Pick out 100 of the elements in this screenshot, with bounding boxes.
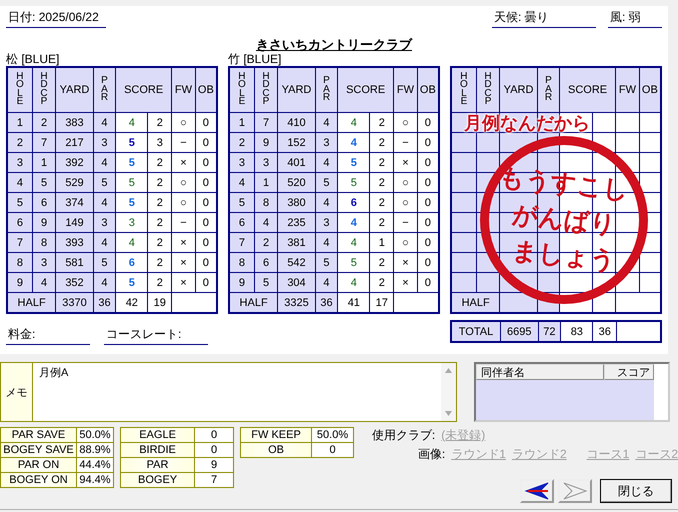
table-cell: 0 xyxy=(417,192,439,212)
table-cell: 0 xyxy=(195,172,217,192)
table-cell: 5 xyxy=(116,152,148,172)
table-cell: 2 xyxy=(370,252,394,272)
table-cell: 5 xyxy=(7,192,32,212)
table-cell: 3 xyxy=(116,212,148,232)
table-cell: 72 xyxy=(538,321,561,342)
column-header: FW xyxy=(172,67,196,112)
table-cell: ○ xyxy=(172,172,196,192)
table-cell: 1 xyxy=(7,112,32,132)
column-header: OB xyxy=(417,67,439,112)
table-cell: 0 xyxy=(417,152,439,172)
table-cell: 4 xyxy=(315,232,338,252)
table-cell: 4 xyxy=(93,192,116,212)
column-header: 同伴者名 xyxy=(476,364,604,380)
table-cell: 2 xyxy=(370,212,394,232)
column-header: PAR xyxy=(93,67,116,112)
date-text: 日付: 2025/06/22 xyxy=(6,9,106,28)
table-cell: 8 xyxy=(254,192,278,212)
table-cell: 5 xyxy=(32,172,56,192)
table-cell: 3325 xyxy=(278,292,316,313)
table-cell: 0 xyxy=(417,272,439,292)
wind-text: 風: 弱 xyxy=(608,9,662,28)
table-cell: 2 xyxy=(148,272,172,292)
course-name: 竹 [BLUE] xyxy=(228,52,282,66)
stat-value: 94.4% xyxy=(76,472,114,488)
table-cell: 36 xyxy=(93,292,116,313)
table-cell: 529 xyxy=(56,172,94,192)
table-cell: 2 xyxy=(370,152,394,172)
table-cell: 0 xyxy=(195,152,217,172)
table-cell: TOTAL xyxy=(451,321,500,342)
column-header: SCORE xyxy=(560,67,616,112)
table-cell: 5 xyxy=(93,172,116,192)
table-cell: 5 xyxy=(338,252,370,272)
column-header: HOLE xyxy=(7,67,32,112)
table-cell: 9 xyxy=(32,212,56,232)
table-cell: 1 xyxy=(254,172,278,192)
stat-label: BIRDIE xyxy=(120,442,195,458)
table-cell: 9 xyxy=(229,272,254,292)
table-cell: × xyxy=(172,152,196,172)
stat-value: 0 xyxy=(312,442,354,458)
scrollbar[interactable] xyxy=(441,363,456,421)
table-cell: 5 xyxy=(229,192,254,212)
table-cell: 7 xyxy=(229,232,254,252)
close-button[interactable]: 閉じる xyxy=(600,479,672,503)
table-cell: 2 xyxy=(7,132,32,152)
table-cell: 217 xyxy=(56,132,94,152)
table-cell: 4 xyxy=(338,232,370,252)
table-cell: 4 xyxy=(254,212,278,232)
table-cell: 8 xyxy=(229,252,254,272)
table-cell: 6 xyxy=(7,212,32,232)
column-header: FW xyxy=(394,67,418,112)
table-cell: 383 xyxy=(56,112,94,132)
memo-field[interactable]: メモ 月例A xyxy=(0,362,457,422)
column-header: YARD xyxy=(500,67,538,112)
stat-label: BOGEY ON xyxy=(0,472,76,488)
table-cell: 2 xyxy=(229,132,254,152)
table-cell: 3370 xyxy=(56,292,94,313)
table-cell: 2 xyxy=(148,252,172,272)
column-header: PAR xyxy=(315,67,338,112)
table-cell: 0 xyxy=(417,132,439,152)
table-cell: ○ xyxy=(394,192,418,212)
companion-list[interactable]: 同伴者名 スコア xyxy=(474,362,670,422)
table-cell: 4 xyxy=(338,112,370,132)
table-cell: − xyxy=(172,212,196,232)
table-cell: 4 xyxy=(93,272,116,292)
table-cell: 17 xyxy=(370,292,394,313)
table-cell: 0 xyxy=(195,252,217,272)
table-cell: 4 xyxy=(338,132,370,152)
table-cell: 5 xyxy=(116,272,148,292)
table-cell: 42 xyxy=(116,292,148,313)
table-cell: 0 xyxy=(417,252,439,272)
table-cell: 2 xyxy=(148,232,172,252)
table-cell: 3 xyxy=(93,212,116,232)
table-cell: 5 xyxy=(93,252,116,272)
image-label: 画像: xyxy=(418,446,446,463)
table-cell: 0 xyxy=(195,192,217,212)
table-cell: 41 xyxy=(338,292,370,313)
stat-value: 7 xyxy=(194,472,234,488)
table-cell: 4 xyxy=(315,112,338,132)
stat-label: PAR ON xyxy=(0,458,76,472)
column-header: HOLE xyxy=(229,67,254,112)
table-cell: 0 xyxy=(417,212,439,232)
column-header: HDCP xyxy=(476,67,500,112)
table-cell: 2 xyxy=(370,272,394,292)
table-cell: × xyxy=(394,252,418,272)
course-name: 松 [BLUE] xyxy=(6,52,60,66)
table-cell: 4 xyxy=(93,232,116,252)
table-cell: 5 xyxy=(315,252,338,272)
table-cell: 19 xyxy=(148,292,172,313)
column-header: HOLE xyxy=(451,67,476,112)
table-cell: 2 xyxy=(148,172,172,192)
table-cell: 2 xyxy=(148,152,172,172)
table-cell: 4 xyxy=(116,112,148,132)
table-cell: 2 xyxy=(370,132,394,152)
table-cell: 3 xyxy=(148,132,172,152)
table-cell: 4 xyxy=(315,192,338,212)
club-label: 使用クラブ: xyxy=(372,428,436,442)
course-title: きさいちカントリークラブ xyxy=(255,36,414,52)
stat-value: 44.4% xyxy=(76,458,114,472)
